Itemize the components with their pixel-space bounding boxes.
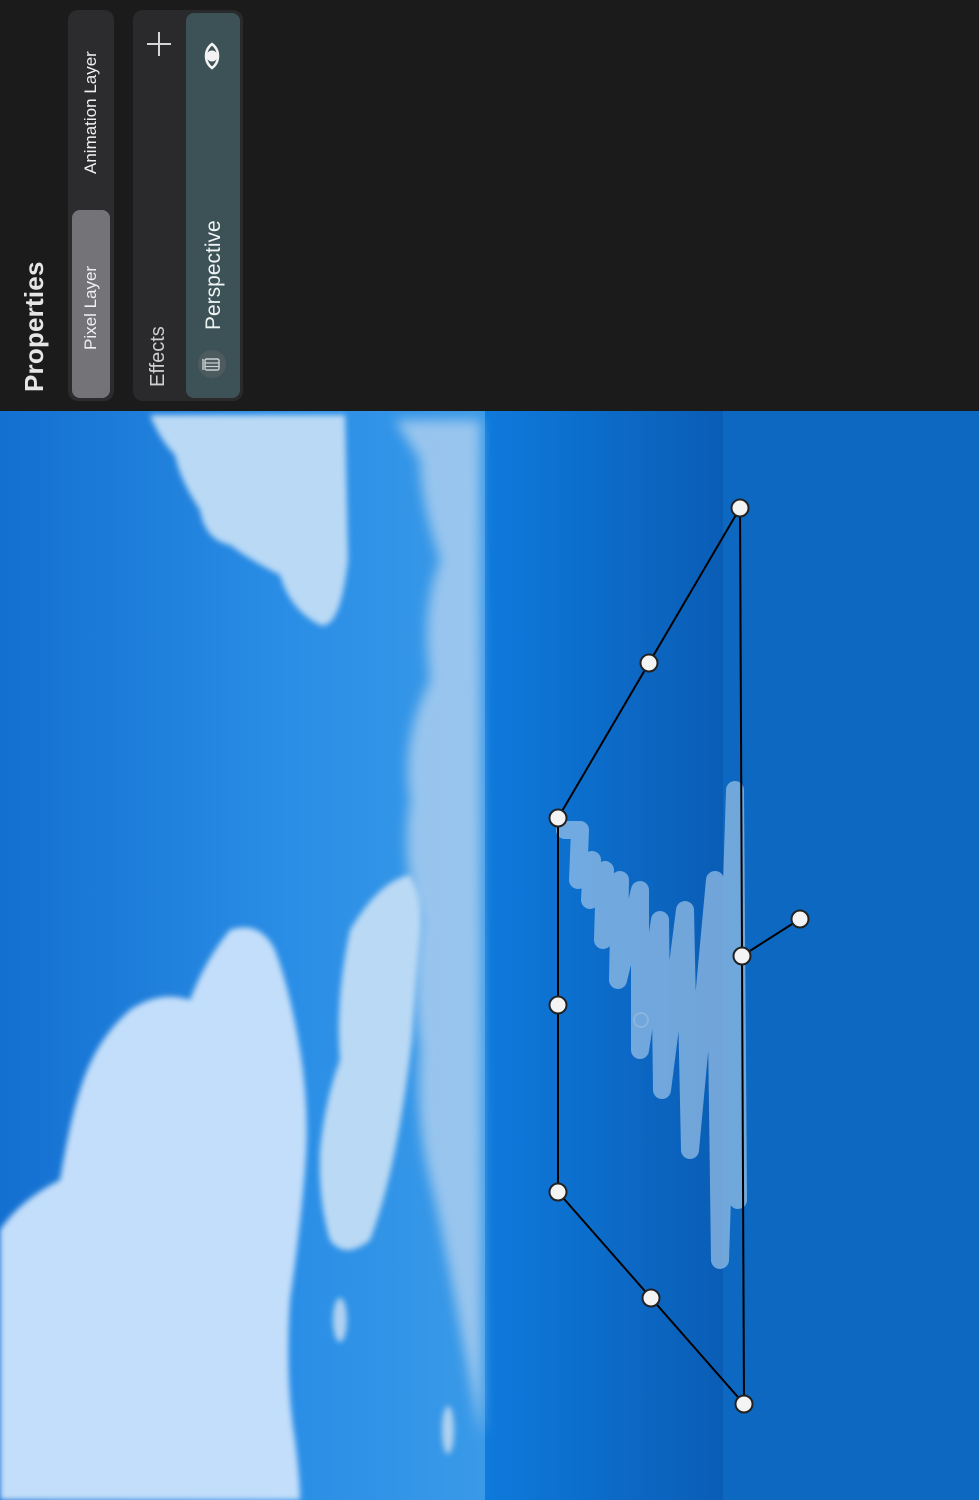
panel-title: Properties <box>19 261 49 392</box>
trash-icon[interactable] <box>198 350 226 378</box>
edge-handle-left-mid[interactable] <box>548 995 568 1015</box>
edge-handle-bottom-mid[interactable] <box>641 1288 661 1308</box>
eye-icon[interactable] <box>198 42 226 70</box>
segment-pixel-layer-label[interactable]: Pixel Layer <box>81 266 101 350</box>
plus-icon[interactable] <box>147 32 171 56</box>
drawing-canvas[interactable] <box>0 411 979 1500</box>
effect-item-perspective[interactable] <box>186 13 240 398</box>
corner-handle-top-left[interactable] <box>548 808 568 828</box>
rotation-handle[interactable] <box>790 909 810 929</box>
canvas-outer-area <box>723 411 979 1500</box>
edge-handle-right-mid[interactable] <box>732 946 752 966</box>
segment-animation-layer-label[interactable]: Animation Layer <box>81 51 101 174</box>
corner-handle-top-right[interactable] <box>730 498 750 518</box>
effects-heading: Effects <box>147 326 169 387</box>
corner-handle-bottom-left[interactable] <box>548 1182 568 1202</box>
effect-label: Perspective <box>202 220 225 330</box>
edge-handle-top-mid[interactable] <box>639 653 659 673</box>
properties-panel: Properties Pixel Layer Animation Layer E… <box>0 0 979 411</box>
corner-handle-bottom-right[interactable] <box>734 1394 754 1414</box>
